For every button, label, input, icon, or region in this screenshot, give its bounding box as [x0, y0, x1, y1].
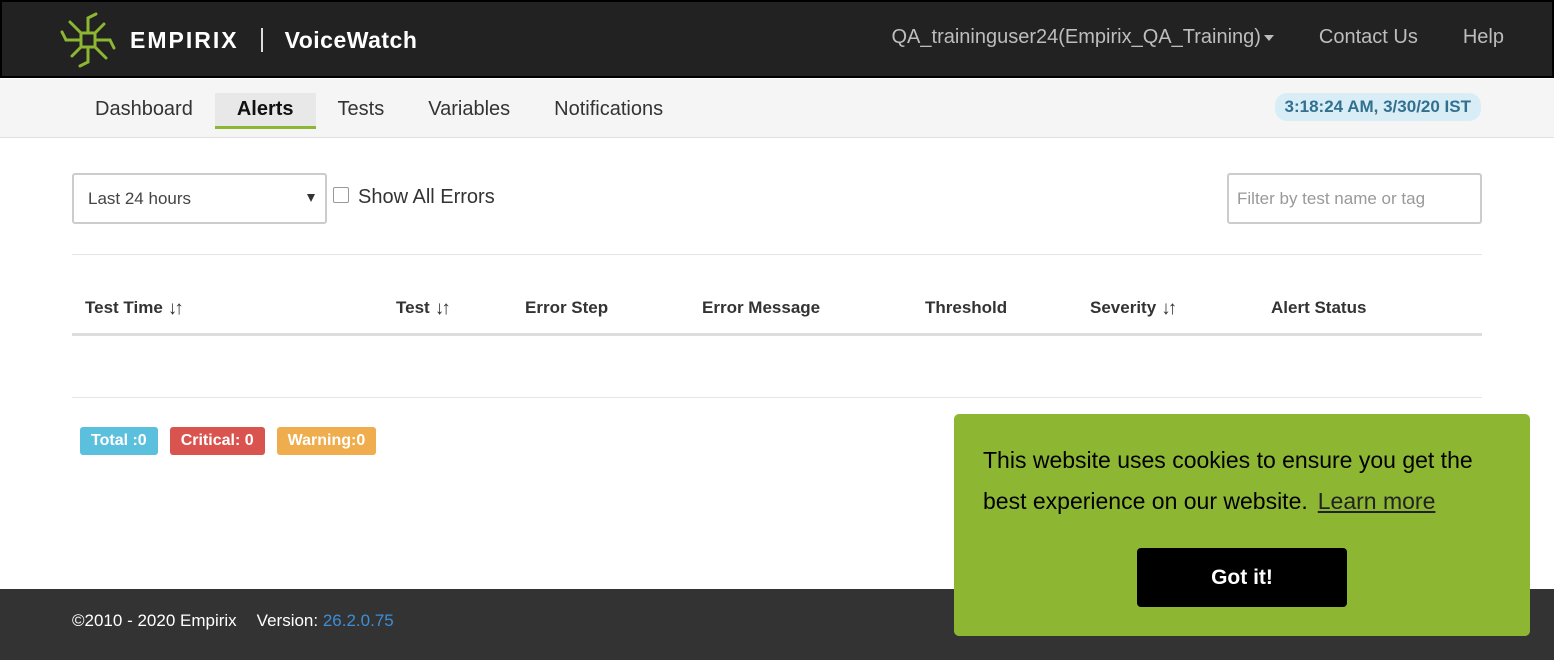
time-range-value: Last 24 hours: [88, 189, 192, 208]
alert-summary: Total :0 Critical: 0 Warning:0: [80, 427, 388, 455]
tab-variables[interactable]: Variables: [406, 93, 532, 129]
col-test[interactable]: Test ↓↑: [396, 298, 451, 320]
caret-down-icon: [1263, 34, 1274, 41]
col-label: Test: [396, 298, 430, 317]
contact-us-link[interactable]: Contact Us: [1319, 26, 1418, 49]
sub-nav: Dashboard Alerts Tests Variables Notific…: [0, 79, 1554, 138]
product-name: VoiceWatch: [284, 26, 418, 53]
show-all-errors-row: Show All Errors: [333, 184, 495, 209]
show-all-errors-label[interactable]: Show All Errors: [358, 186, 495, 209]
sort-arrows-icon[interactable]: ↓↑: [435, 298, 451, 320]
divider: [72, 397, 1482, 398]
help-link[interactable]: Help: [1463, 26, 1504, 49]
empirix-logo-icon: [60, 12, 116, 68]
main-tabs: Dashboard Alerts Tests Variables Notific…: [73, 93, 685, 129]
critical-badge: Critical: 0: [169, 427, 265, 455]
top-header: EMPIRIX VoiceWatch QA_traininguser24(Emp…: [0, 0, 1554, 78]
footer-text: ©2010 - 2020 Empirix Version: 26.2.0.75: [72, 611, 394, 631]
sort-arrows-icon[interactable]: ↓↑: [1161, 298, 1177, 320]
user-menu[interactable]: QA_traininguser24(Empirix_QA_Training): [892, 26, 1274, 49]
brand-divider: [260, 28, 263, 52]
cookie-banner: This website uses cookies to ensure you …: [954, 414, 1530, 636]
learn-more-link[interactable]: Learn more: [1318, 488, 1436, 514]
col-severity[interactable]: Severity ↓↑: [1090, 298, 1177, 320]
sort-arrows-icon[interactable]: ↓↑: [168, 298, 184, 320]
triangle-down-icon: [307, 194, 315, 202]
tab-tests[interactable]: Tests: [316, 93, 407, 129]
user-menu-label: QA_traininguser24(Empirix_QA_Training): [891, 26, 1261, 48]
divider: [72, 254, 1482, 255]
col-error-message: Error Message: [702, 298, 821, 317]
brand[interactable]: EMPIRIX VoiceWatch: [60, 12, 417, 68]
test-filter-input[interactable]: [1227, 173, 1482, 224]
clock-badge: 3:18:24 AM, 3/30/20 IST: [1274, 93, 1481, 121]
time-range-select[interactable]: Last 24 hours: [72, 173, 327, 224]
top-nav: QA_traininguser24(Empirix_QA_Training) C…: [892, 26, 1505, 49]
copyright: ©2010 - 2020 Empirix: [72, 611, 237, 630]
alerts-table-header: Test Time ↓↑ Test ↓↑ Error Step Error Mess…: [72, 280, 1482, 336]
col-label: Severity: [1090, 298, 1157, 317]
tab-alerts[interactable]: Alerts: [214, 93, 316, 129]
version-label: Version:: [256, 611, 319, 630]
warning-badge: Warning:0: [276, 427, 377, 455]
total-badge: Total :0: [80, 427, 158, 455]
col-alert-status: Alert Status: [1271, 298, 1367, 317]
version-link[interactable]: 26.2.0.75: [323, 611, 394, 630]
brand-name: EMPIRIX: [130, 26, 239, 53]
cookie-message-block: This website uses cookies to ensure you …: [983, 440, 1513, 522]
col-label: Test Time: [85, 298, 163, 317]
tab-dashboard[interactable]: Dashboard: [73, 93, 215, 129]
tab-notifications[interactable]: Notifications: [532, 93, 685, 129]
got-it-button[interactable]: Got it!: [1137, 548, 1347, 607]
col-test-time[interactable]: Test Time ↓↑: [85, 298, 184, 320]
show-all-errors-checkbox[interactable]: [333, 186, 349, 203]
col-error-step: Error Step: [525, 298, 609, 317]
col-threshold: Threshold: [925, 298, 1008, 317]
